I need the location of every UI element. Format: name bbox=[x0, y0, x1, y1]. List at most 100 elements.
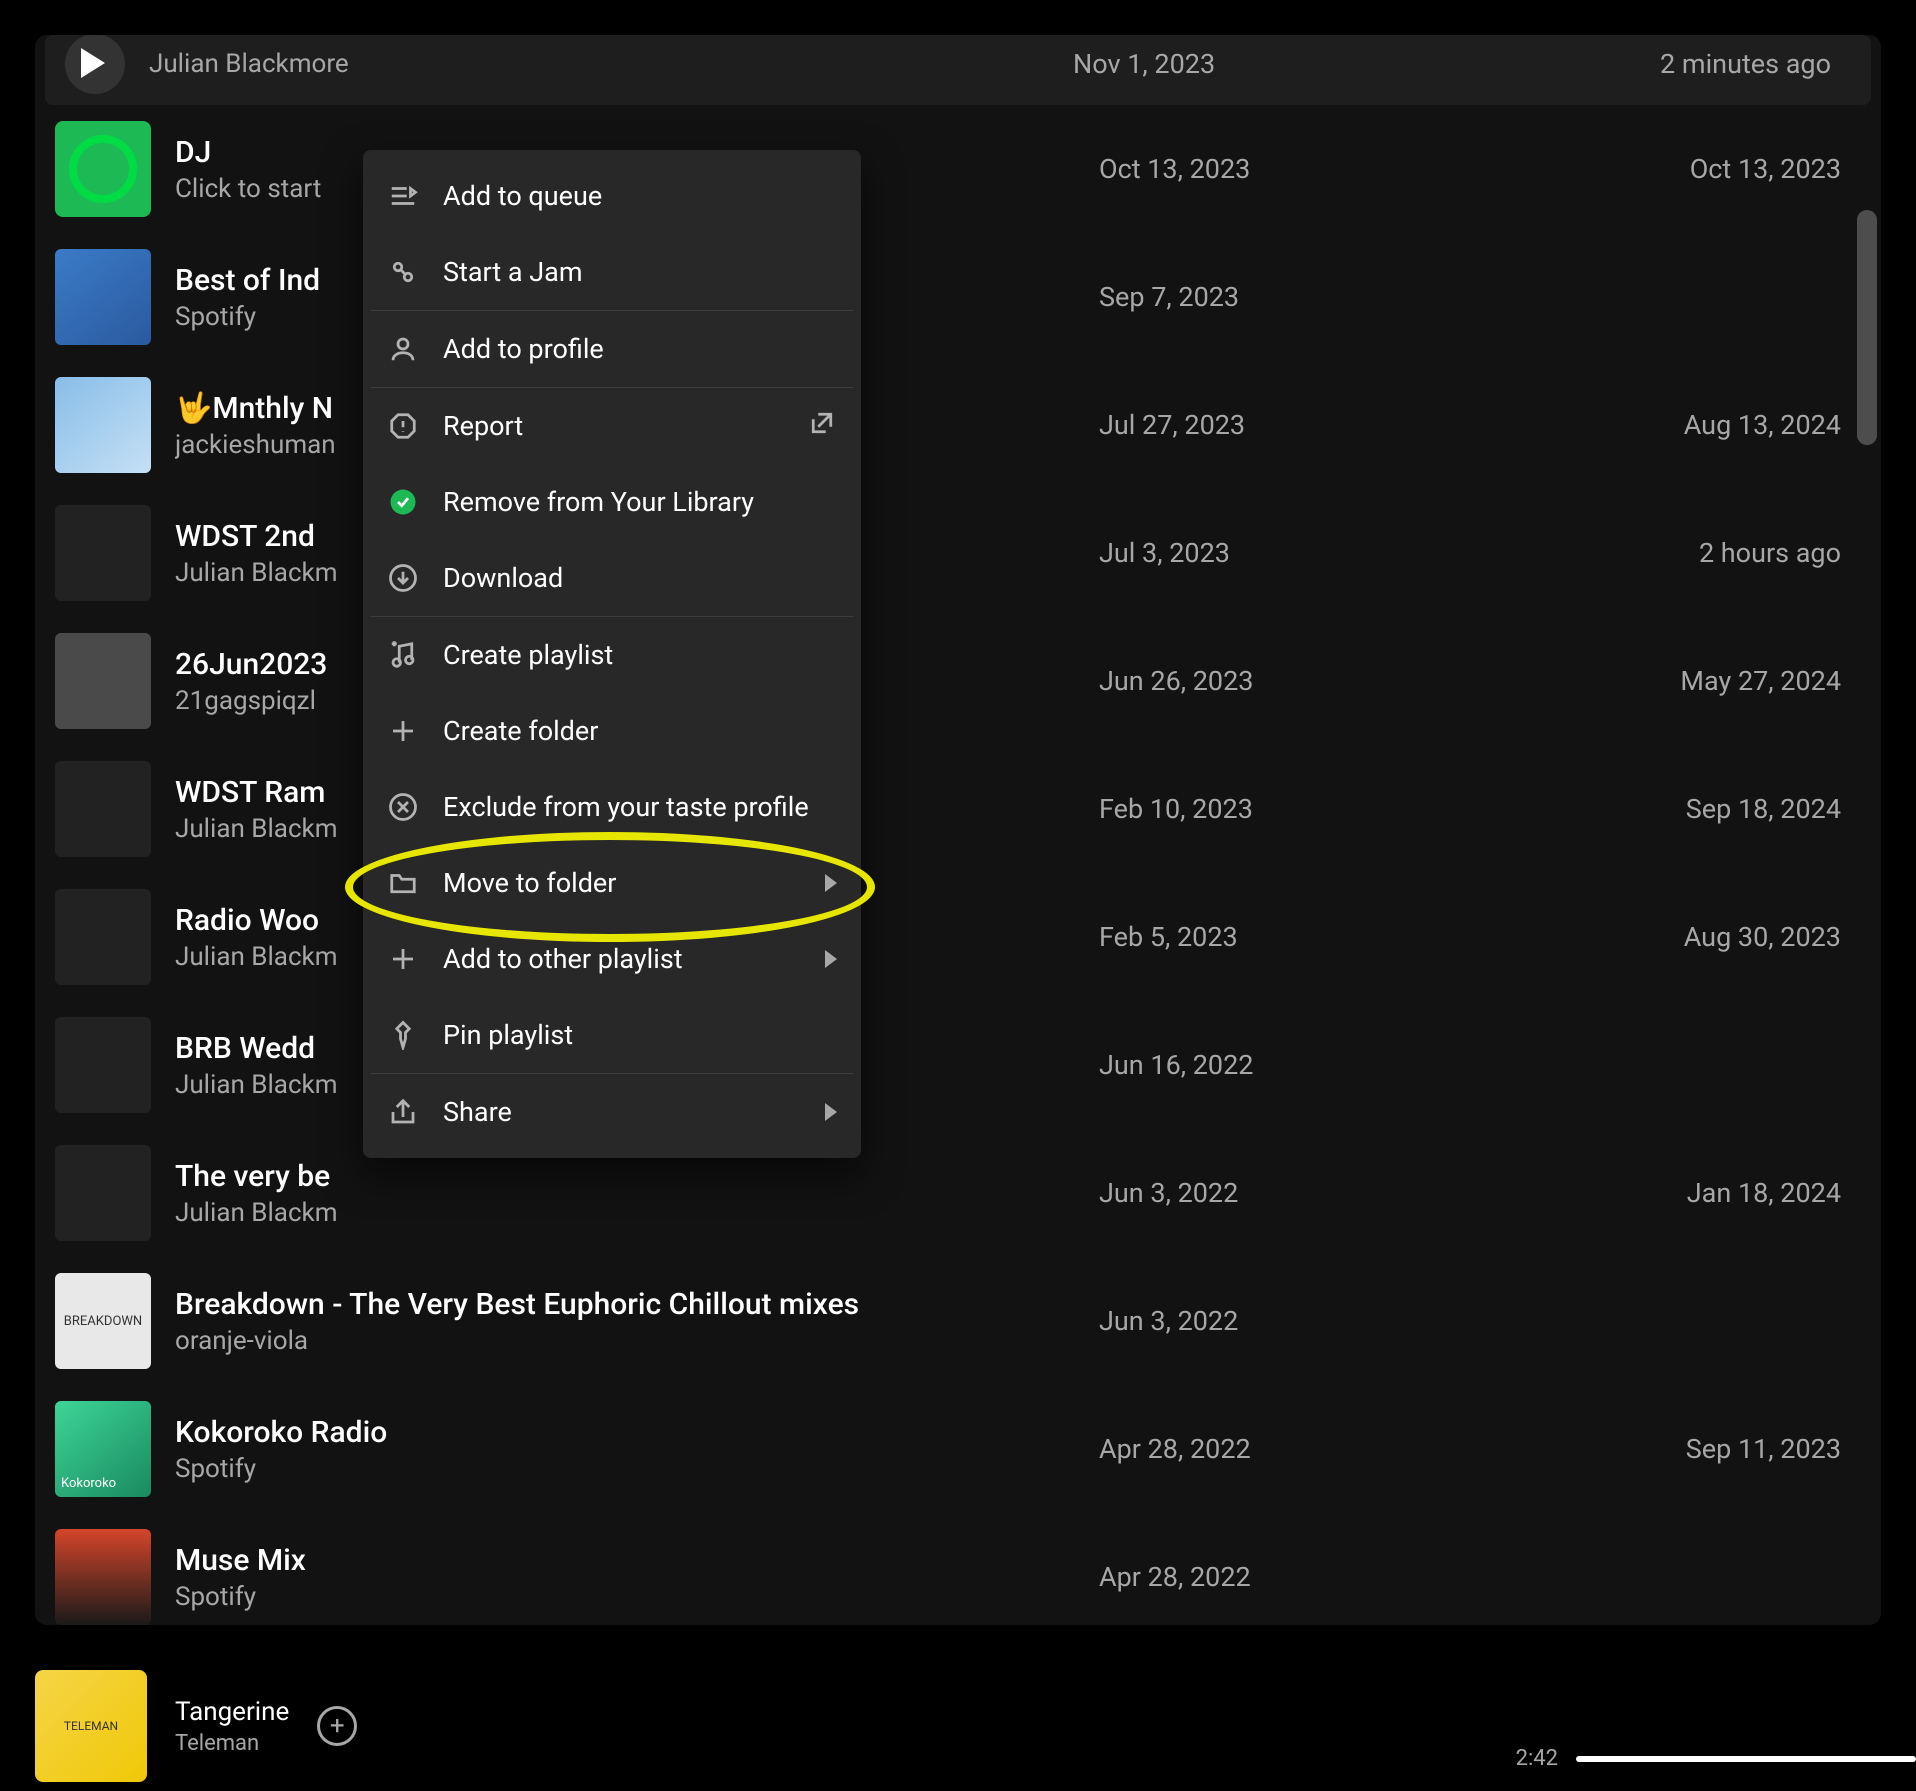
playlist-date: Jun 16, 2022 bbox=[1099, 1049, 1499, 1081]
menu-label: Create folder bbox=[443, 715, 598, 747]
menu-label: Report bbox=[443, 410, 523, 442]
menu-exclude-from-taste-profile[interactable]: Exclude from your taste profile bbox=[363, 769, 861, 845]
playlist-context-menu: Add to queue Start a Jam Add to profile … bbox=[363, 150, 861, 1158]
now-playing-artist[interactable]: Teleman bbox=[175, 1731, 289, 1756]
playlist-played: Aug 13, 2024 bbox=[1523, 409, 1861, 441]
scrollbar-thumb[interactable] bbox=[1857, 210, 1877, 445]
playlist-cover bbox=[55, 1529, 151, 1625]
playlist-subtitle: Julian Blackm bbox=[175, 1198, 1075, 1228]
menu-create-playlist[interactable]: Create playlist bbox=[363, 617, 861, 693]
playlist-row[interactable]: The very be Julian Blackm Jun 3, 2022 Ja… bbox=[35, 1129, 1881, 1257]
chevron-right-icon bbox=[825, 950, 837, 968]
now-playing-cover[interactable]: TELEMAN bbox=[35, 1670, 147, 1782]
menu-report[interactable]: Report bbox=[363, 388, 861, 464]
progress-bar[interactable] bbox=[1576, 1756, 1916, 1762]
playlist-date: Oct 13, 2023 bbox=[1099, 153, 1499, 185]
playlist-cover bbox=[55, 1017, 151, 1113]
playlist-cover bbox=[55, 761, 151, 857]
playlist-title: Muse Mix bbox=[175, 1543, 1075, 1578]
menu-add-to-queue[interactable]: Add to queue bbox=[363, 158, 861, 234]
menu-label: Start a Jam bbox=[443, 256, 583, 288]
menu-remove-from-library[interactable]: Remove from Your Library bbox=[363, 464, 861, 540]
playlist-row[interactable]: 26Jun2023 21gagspiqzl Jun 26, 2023 May 2… bbox=[35, 617, 1881, 745]
menu-label: Pin playlist bbox=[443, 1019, 573, 1051]
playlist-row[interactable]: DJ Click to start Oct 13, 2023 Oct 13, 2… bbox=[35, 105, 1881, 233]
playlist-row[interactable]: WDST Ram Julian Blackm Feb 10, 2023 Sep … bbox=[35, 745, 1881, 873]
playlist-cover bbox=[55, 889, 151, 985]
menu-label: Exclude from your taste profile bbox=[443, 791, 809, 823]
elapsed-time: 2:42 bbox=[1516, 1746, 1558, 1771]
playlist-cover bbox=[55, 633, 151, 729]
playlist-row[interactable]: Muse Mix Spotify Apr 28, 2022 bbox=[35, 1513, 1881, 1625]
profile-icon bbox=[387, 333, 419, 365]
playlist-cover bbox=[55, 121, 151, 217]
now-playing-title[interactable]: Tangerine bbox=[175, 1697, 289, 1727]
playlist-list: Julian Blackmore Nov 1, 2023 2 minutes a… bbox=[35, 35, 1881, 1625]
menu-start-jam[interactable]: Start a Jam bbox=[363, 234, 861, 310]
menu-label: Move to folder bbox=[443, 867, 616, 899]
now-playing-bar: TELEMAN Tangerine Teleman + 2:42 bbox=[0, 1661, 1916, 1791]
playlist-row[interactable]: BREAKDOWN Breakdown - The Very Best Euph… bbox=[35, 1257, 1881, 1385]
playlist-played: 2 minutes ago bbox=[1497, 48, 1851, 80]
playlist-date: Jun 26, 2023 bbox=[1099, 665, 1499, 697]
menu-share[interactable]: Share bbox=[363, 1074, 861, 1150]
menu-create-folder[interactable]: Create folder bbox=[363, 693, 861, 769]
playlist-date: Jul 3, 2023 bbox=[1099, 537, 1499, 569]
playlist-date: Jul 27, 2023 bbox=[1099, 409, 1499, 441]
playlist-title: Kokoroko Radio bbox=[175, 1415, 1075, 1450]
download-icon bbox=[387, 562, 419, 594]
play-icon bbox=[81, 48, 105, 78]
chevron-right-icon bbox=[825, 874, 837, 892]
playlist-played: 2 hours ago bbox=[1523, 537, 1861, 569]
playlist-cover bbox=[55, 1145, 151, 1241]
playlist-date: Apr 28, 2022 bbox=[1099, 1561, 1499, 1593]
menu-add-to-other-playlist[interactable]: Add to other playlist bbox=[363, 921, 861, 997]
playlist-played: Aug 30, 2023 bbox=[1523, 921, 1861, 953]
playlist-row[interactable]: 🤟Mnthly N jackieshuman Jul 27, 2023 Aug … bbox=[35, 361, 1881, 489]
circle-x-icon bbox=[387, 791, 419, 823]
playlist-title: The very be bbox=[175, 1159, 1075, 1194]
chevron-right-icon bbox=[825, 1103, 837, 1121]
menu-label: Share bbox=[443, 1096, 512, 1128]
menu-label: Download bbox=[443, 562, 563, 594]
playlist-row[interactable]: WDST 2nd Julian Blackm Jul 3, 2023 2 hou… bbox=[35, 489, 1881, 617]
menu-label: Remove from Your Library bbox=[443, 486, 754, 518]
playlist-row[interactable]: BRB Wedd Julian Blackm Jun 16, 2022 bbox=[35, 1001, 1881, 1129]
queue-icon bbox=[387, 180, 419, 212]
playlist-played: Oct 13, 2023 bbox=[1523, 153, 1861, 185]
playlist-title: Breakdown - The Very Best Euphoric Chill… bbox=[175, 1287, 1075, 1322]
playlist-row[interactable]: Best of Ind Spotify Sep 7, 2023 bbox=[35, 233, 1881, 361]
playlist-cover bbox=[55, 1401, 151, 1497]
playlist-cover: BREAKDOWN bbox=[55, 1273, 151, 1369]
menu-add-to-profile[interactable]: Add to profile bbox=[363, 311, 861, 387]
playlist-played: May 27, 2024 bbox=[1523, 665, 1861, 697]
playlist-row[interactable]: Kokoroko Radio Spotify Apr 28, 2022 Sep … bbox=[35, 1385, 1881, 1513]
menu-label: Add to other playlist bbox=[443, 943, 683, 975]
folder-icon bbox=[387, 867, 419, 899]
external-link-icon bbox=[807, 408, 837, 445]
menu-pin-playlist[interactable]: Pin playlist bbox=[363, 997, 861, 1073]
playlist-row[interactable]: Radio Woo Julian Blackm Feb 5, 2023 Aug … bbox=[35, 873, 1881, 1001]
music-note-plus-icon bbox=[387, 639, 419, 671]
playlist-played: Jan 18, 2024 bbox=[1523, 1177, 1861, 1209]
cover-label: TELEMAN bbox=[64, 1719, 118, 1733]
add-to-library-button[interactable]: + bbox=[317, 1706, 357, 1746]
playlist-date: Feb 10, 2023 bbox=[1099, 793, 1499, 825]
playlist-played: Sep 18, 2024 bbox=[1523, 793, 1861, 825]
share-icon bbox=[387, 1096, 419, 1128]
playlist-date: Feb 5, 2023 bbox=[1099, 921, 1499, 953]
menu-move-to-folder[interactable]: Move to folder bbox=[363, 845, 861, 921]
playlist-cover bbox=[55, 505, 151, 601]
report-icon bbox=[387, 410, 419, 442]
playlist-date: Apr 28, 2022 bbox=[1099, 1433, 1499, 1465]
playlist-date: Sep 7, 2023 bbox=[1099, 281, 1499, 313]
menu-label: Create playlist bbox=[443, 639, 613, 671]
playlist-subtitle: oranje-viola bbox=[175, 1326, 1075, 1356]
playlist-subtitle: Spotify bbox=[175, 1454, 1075, 1484]
playlist-date: Jun 3, 2022 bbox=[1099, 1177, 1499, 1209]
menu-download[interactable]: Download bbox=[363, 540, 861, 616]
playlist-date: Nov 1, 2023 bbox=[1073, 48, 1473, 80]
playlist-row[interactable]: Julian Blackmore Nov 1, 2023 2 minutes a… bbox=[45, 35, 1871, 105]
menu-label: Add to profile bbox=[443, 333, 604, 365]
playlist-date: Jun 3, 2022 bbox=[1099, 1305, 1499, 1337]
